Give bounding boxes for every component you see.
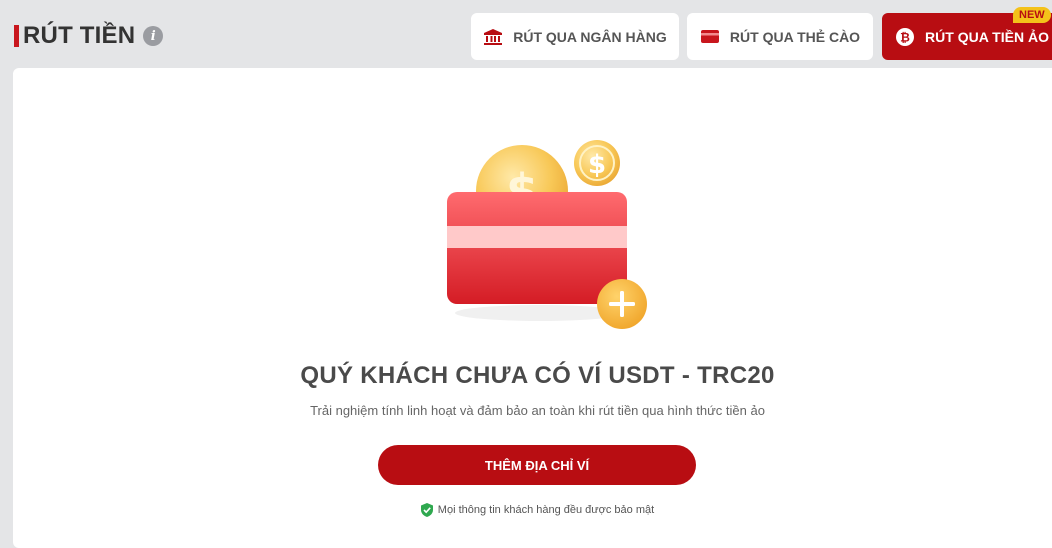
tab-card-withdraw[interactable]: RÚT QUA THẺ CÀO: [687, 13, 873, 60]
new-badge: NEW: [1013, 7, 1051, 23]
wallet-illustration: $ $: [430, 135, 660, 335]
add-wallet-button[interactable]: THÊM ĐỊA CHỈ VÍ: [378, 445, 696, 485]
security-note-text: Mọi thông tin khách hàng đều được bảo mậ…: [437, 504, 655, 516]
empty-state-description: Trải nghiệm tính linh hoạt và đảm bảo an…: [310, 403, 765, 418]
svg-text:₿: ₿: [900, 30, 910, 44]
tab-label: RÚT QUA NGÂN HÀNG: [513, 28, 667, 45]
tab-label: RÚT QUA THẺ CÀO: [729, 28, 861, 45]
tab-label: RÚT QUA TIỀN ẢO: [925, 28, 1049, 45]
card-icon: [700, 29, 720, 44]
security-note: Mọi thông tin khách hàng đều được bảo mậ…: [0, 503, 1052, 517]
shield-check-icon: [420, 503, 433, 517]
page-header: RÚT TIỀN i RÚT QUA NGÂN HÀNG RÚT QUA THẺ…: [0, 0, 1052, 68]
page-title-group: RÚT TIỀN i: [14, 22, 164, 50]
bank-icon: [483, 28, 503, 46]
tab-bank-withdraw[interactable]: RÚT QUA NGÂN HÀNG: [471, 13, 679, 60]
bitcoin-icon: ₿: [895, 27, 915, 47]
empty-state-title: QUÝ KHÁCH CHƯA CÓ VÍ USDT - TRC20: [300, 362, 775, 389]
page-title: RÚT TIỀN: [23, 22, 136, 49]
info-icon[interactable]: i: [143, 26, 164, 46]
svg-text:$: $: [588, 150, 606, 180]
title-accent-bar: [14, 25, 19, 47]
